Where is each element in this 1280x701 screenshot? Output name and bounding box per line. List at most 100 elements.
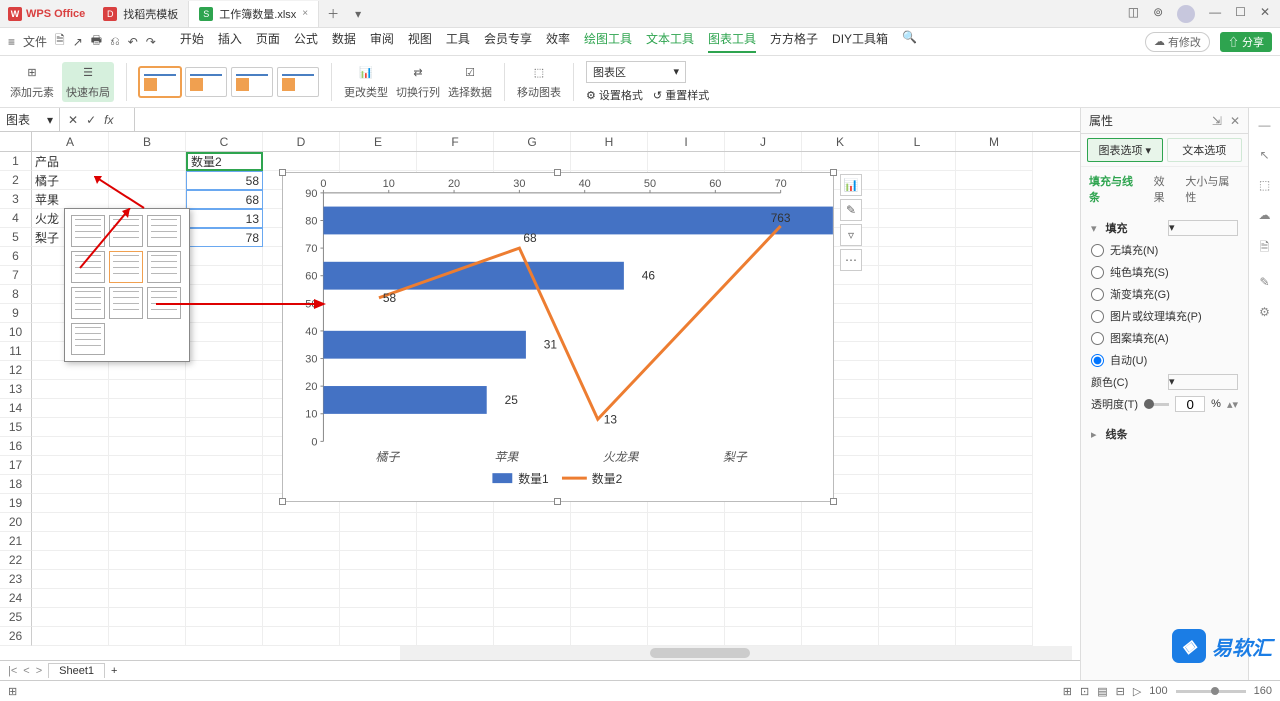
cell[interactable] [186,589,263,608]
cell[interactable] [186,380,263,399]
row-header[interactable]: 8 [0,285,32,304]
tab-menu[interactable]: ▾ [347,7,369,21]
cell[interactable] [956,228,1033,247]
cell[interactable] [956,190,1033,209]
cell[interactable] [32,418,109,437]
cell[interactable] [340,570,417,589]
open-icon[interactable]: ↗ [73,35,83,49]
tab-chart-options[interactable]: 图表选项 ▾ [1087,138,1163,162]
cell[interactable] [340,627,417,646]
cell[interactable] [956,171,1033,190]
cell[interactable] [494,513,571,532]
cell[interactable] [956,361,1033,380]
cell[interactable] [109,513,186,532]
cell[interactable] [109,380,186,399]
cell[interactable]: 13 [186,209,263,228]
chart-filter-icon[interactable]: ▿ [840,224,862,246]
cell[interactable] [879,190,956,209]
chart-style-thumb[interactable] [231,67,273,97]
cell[interactable] [263,532,340,551]
cell[interactable] [571,589,648,608]
set-format-button[interactable]: ⚙ 设置格式 [586,87,643,103]
cell[interactable] [186,532,263,551]
cell[interactable] [879,437,956,456]
cell[interactable] [494,551,571,570]
menu-formula[interactable]: 公式 [294,30,318,53]
win-compact-icon[interactable]: ◫ [1128,5,1139,23]
undo-icon[interactable]: ↶ [128,35,138,49]
section-size[interactable]: 大小与属性 [1185,173,1240,205]
cell[interactable] [263,152,340,171]
cell[interactable] [109,627,186,646]
row-header[interactable]: 21 [0,532,32,551]
menu-view[interactable]: 视图 [408,30,432,53]
cell[interactable] [802,608,879,627]
cell[interactable] [186,342,263,361]
cell[interactable] [956,437,1033,456]
zoom-slider[interactable] [1176,690,1246,693]
switch-rc-button[interactable]: ⇄切换行列 [396,64,440,100]
row-header[interactable]: 9 [0,304,32,323]
cell[interactable] [186,361,263,380]
rail-collapse-icon[interactable]: — [1259,118,1271,132]
change-type-button[interactable]: 📊更改类型 [344,64,388,100]
row-header[interactable]: 26 [0,627,32,646]
chart-style-gallery[interactable] [139,67,319,97]
cell[interactable] [879,475,956,494]
cell[interactable] [263,570,340,589]
col-header[interactable]: F [417,132,494,151]
cell[interactable] [32,608,109,627]
avatar[interactable] [1177,5,1195,23]
rail-cloud-icon[interactable]: ☁ [1259,208,1271,222]
cell[interactable] [879,209,956,228]
name-box[interactable]: 图表▾ [0,108,60,131]
row-header[interactable]: 15 [0,418,32,437]
tab-text-options[interactable]: 文本选项 [1167,138,1243,162]
fx-icon[interactable]: fx [104,113,113,127]
cell[interactable] [32,475,109,494]
col-header[interactable]: D [263,132,340,151]
cell[interactable] [648,551,725,570]
cell[interactable] [32,494,109,513]
layout-thumb[interactable] [109,287,143,319]
cell[interactable] [109,608,186,627]
col-header[interactable]: A [32,132,109,151]
color-picker[interactable]: ▾ [1168,374,1238,390]
cell[interactable] [725,627,802,646]
cell[interactable] [879,532,956,551]
menu-ffgz[interactable]: 方方格子 [770,30,818,53]
row-header[interactable]: 16 [0,437,32,456]
menu-data[interactable]: 数据 [332,30,356,53]
cell[interactable] [571,532,648,551]
cell[interactable] [109,437,186,456]
rail-select-icon[interactable]: ↖ [1259,148,1269,162]
cell[interactable] [879,152,956,171]
cell[interactable] [879,361,956,380]
preview-icon[interactable]: ⎌ [110,34,120,49]
row-header[interactable]: 14 [0,399,32,418]
chart-area-combo[interactable]: 图表区▾ [586,61,686,83]
file-menu[interactable]: 文件 [23,33,47,50]
cell[interactable] [263,513,340,532]
fill-auto-radio[interactable] [1091,354,1104,367]
cell[interactable] [879,247,956,266]
cell[interactable] [956,513,1033,532]
chart-element-icon[interactable]: 📊 [840,174,862,196]
chart-more-icon[interactable]: ⋯ [840,249,862,271]
cell[interactable]: 数量2 [186,152,263,171]
cell[interactable] [725,152,802,171]
cell[interactable] [186,437,263,456]
cell[interactable] [32,399,109,418]
transparency-input[interactable] [1175,396,1205,412]
tab-template[interactable]: D 找稻壳模板 [93,1,189,27]
layout-thumb[interactable] [71,287,105,319]
cell[interactable] [494,608,571,627]
cell[interactable] [879,323,956,342]
zoom-value[interactable]: 100 [1149,685,1167,697]
cell[interactable]: 78 [186,228,263,247]
cell[interactable] [802,551,879,570]
col-header[interactable]: I [648,132,725,151]
cell[interactable] [32,589,109,608]
cell[interactable] [725,513,802,532]
tab-workbook[interactable]: S 工作簿数量.xlsx × [189,1,319,27]
